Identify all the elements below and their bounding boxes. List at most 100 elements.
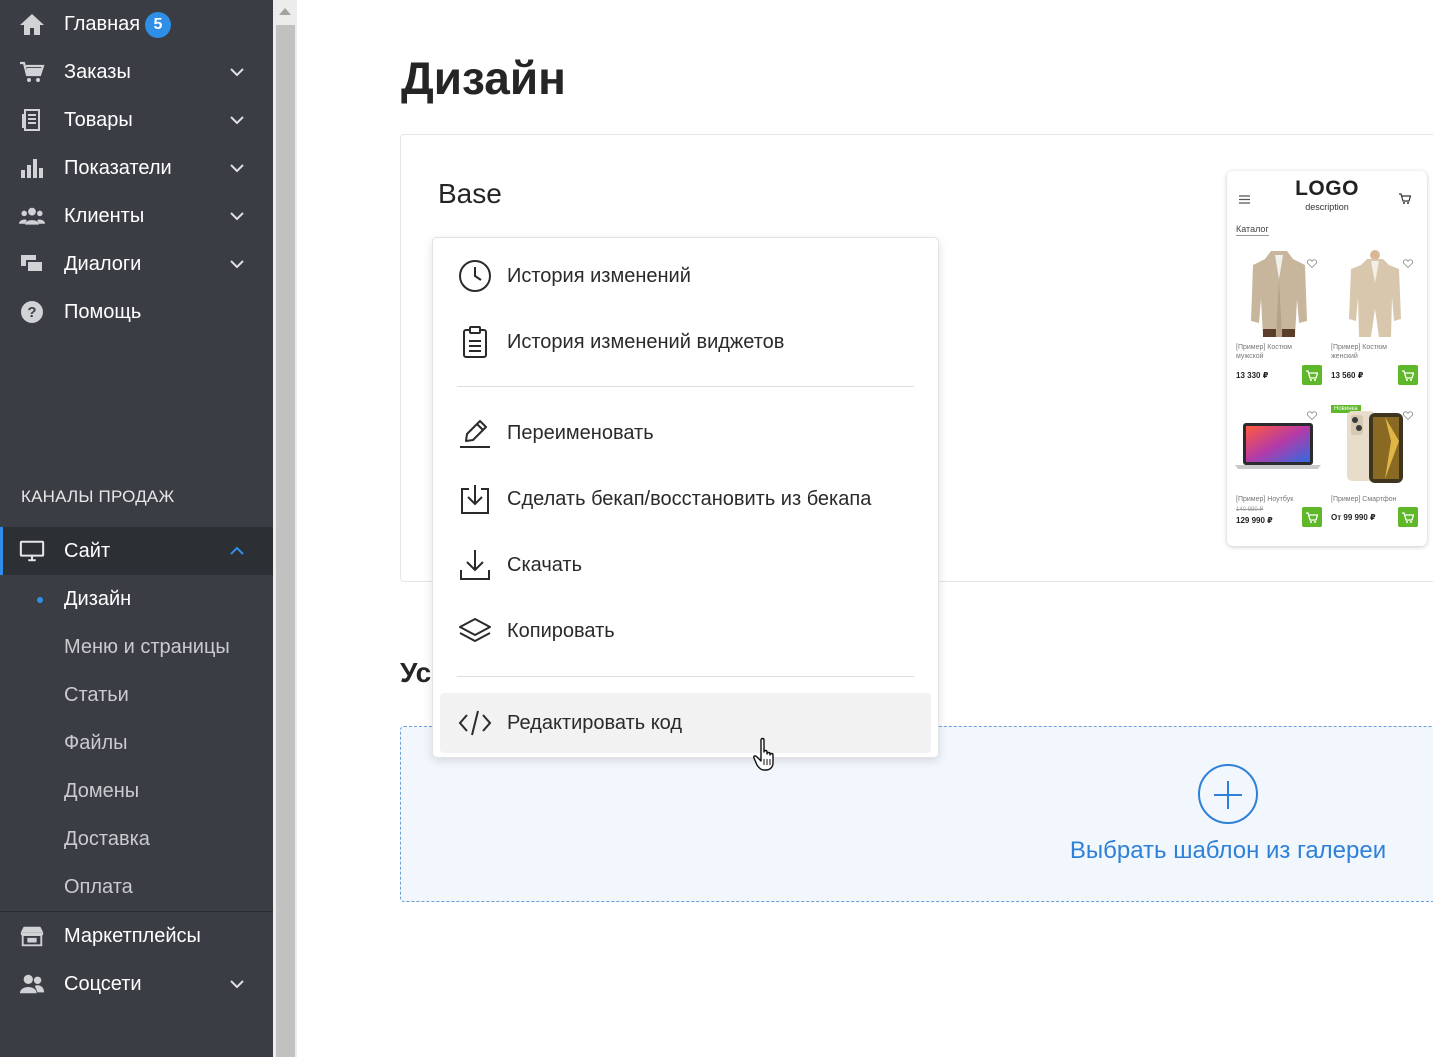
subnav-label: Оплата <box>64 876 133 898</box>
subnav-label: Файлы <box>64 732 128 754</box>
sidebar: Главная 5 Заказы Товары Показатели Клиен… <box>0 0 273 1057</box>
nav-social-label: Соцсети <box>64 973 142 995</box>
products-icon <box>19 108 45 132</box>
preview-description: description <box>1305 202 1349 212</box>
dialogs-icon <box>19 252 45 276</box>
nav-home[interactable]: Главная 5 <box>0 0 273 48</box>
product-name: [Пример] Костюм мужской <box>1236 344 1292 360</box>
social-icon <box>19 972 45 996</box>
subnav-payment[interactable]: Оплата <box>0 863 273 911</box>
store-icon <box>19 924 45 948</box>
product-image-smartphone <box>1345 411 1407 488</box>
preview-logo: LOGO <box>1295 177 1359 200</box>
nav-help-label: Помощь <box>64 301 142 323</box>
chevron-down-icon[interactable] <box>228 160 246 176</box>
nav-clients-label: Клиенты <box>64 205 145 227</box>
product-price: 13 560 ₽ <box>1331 371 1364 380</box>
nav-social[interactable]: Соцсети <box>0 960 273 1008</box>
nav-site-label: Сайт <box>64 540 111 562</box>
choose-template-link[interactable]: Выбрать шаблон из галереи <box>1063 837 1393 865</box>
menu-divider <box>457 386 914 387</box>
pencil-icon <box>458 416 492 450</box>
menu-item-copy[interactable]: Копировать <box>440 601 931 661</box>
section-title-sales-channels: КАНАЛЫ ПРОДАЖ <box>21 487 175 506</box>
scroll-up-arrow-icon[interactable] <box>279 8 291 15</box>
preview-catalog-link: Каталог <box>1236 224 1269 236</box>
menu-item-backup[interactable]: Сделать бекап/восстановить из бекапа <box>440 469 931 529</box>
add-to-cart-button[interactable] <box>1398 365 1418 385</box>
nav-products-label: Товары <box>64 109 133 131</box>
chevron-down-icon[interactable] <box>228 112 246 128</box>
chart-icon <box>19 156 45 180</box>
nav-stats[interactable]: Показатели <box>0 144 273 192</box>
chevron-down-icon[interactable] <box>228 256 246 272</box>
subnav-label: Доставка <box>64 828 150 850</box>
menu-item-rename[interactable]: Переименовать <box>440 403 931 463</box>
heart-icon <box>1402 255 1414 273</box>
subnav-design[interactable]: Дизайн <box>0 575 273 623</box>
product-image-womens-suit <box>1347 249 1403 342</box>
svg-text:?: ? <box>27 304 36 321</box>
nav-help[interactable]: ? Помощь <box>0 288 273 336</box>
nav-stats-label: Показатели <box>64 157 172 179</box>
monitor-icon <box>19 539 45 563</box>
menu-item-label: Сделать бекап/восстановить из бекапа <box>507 488 872 510</box>
subnav-files[interactable]: Файлы <box>0 719 273 767</box>
clipboard-icon <box>458 325 492 359</box>
clock-icon <box>458 259 492 293</box>
active-dot <box>37 597 43 603</box>
menu-item-label: Скачать <box>507 554 582 576</box>
product-image-mens-suit <box>1249 249 1309 342</box>
layers-icon <box>458 614 492 648</box>
clients-icon <box>19 204 45 228</box>
cart-icon <box>19 60 45 84</box>
download-icon <box>458 548 492 582</box>
product-name: [Пример] Смартфон <box>1331 496 1397 503</box>
page-title: Дизайн <box>401 52 566 104</box>
theme-actions-menu: История изменений История изменений видж… <box>432 237 939 758</box>
subnav-label: Меню и страницы <box>64 636 230 658</box>
product-price: 129 990 ₽ <box>1236 516 1273 525</box>
subnav-label: Статьи <box>64 684 129 706</box>
section-title: Ус <box>400 657 432 688</box>
nav-orders[interactable]: Заказы <box>0 48 273 96</box>
product-price: От 99 990 ₽ <box>1331 513 1376 522</box>
menu-item-history[interactable]: История изменений <box>440 246 931 306</box>
chevron-down-icon[interactable] <box>228 64 246 80</box>
menu-item-label: Переименовать <box>507 422 654 444</box>
menu-item-label: История изменений виджетов <box>507 331 785 353</box>
subnav-menu-pages[interactable]: Меню и страницы <box>0 623 273 671</box>
nav-marketplaces-label: Маркетплейсы <box>64 925 201 947</box>
subnav-domains[interactable]: Домены <box>0 767 273 815</box>
sidebar-scrollbar[interactable] <box>273 0 297 1057</box>
nav-clients[interactable]: Клиенты <box>0 192 273 240</box>
nav-marketplaces[interactable]: Маркетплейсы <box>0 912 273 960</box>
chevron-down-icon[interactable] <box>228 976 246 992</box>
add-to-cart-button[interactable] <box>1302 507 1322 527</box>
subnav-articles[interactable]: Статьи <box>0 671 273 719</box>
menu-item-edit-code[interactable]: Редактировать код <box>440 693 931 753</box>
plus-circle-icon[interactable] <box>1198 764 1258 824</box>
menu-item-label: История изменений <box>507 265 691 287</box>
theme-preview[interactable]: LOGO description Каталог [Пример] Костюм… <box>1227 171 1427 546</box>
nav-dialogs[interactable]: Диалоги <box>0 240 273 288</box>
menu-divider <box>457 676 914 677</box>
menu-item-download[interactable]: Скачать <box>440 535 931 595</box>
nav-site[interactable]: Сайт <box>0 527 273 575</box>
product-name: [Пример] Костюм женский <box>1331 344 1387 360</box>
add-to-cart-button[interactable] <box>1302 365 1322 385</box>
chevron-up-icon[interactable] <box>228 543 246 559</box>
scrollbar-thumb[interactable] <box>276 25 295 1057</box>
nav-products[interactable]: Товары <box>0 96 273 144</box>
product-image-laptop <box>1235 421 1321 476</box>
theme-name: Base <box>438 178 502 209</box>
backup-icon <box>458 482 492 516</box>
notification-badge: 5 <box>145 12 171 38</box>
add-to-cart-button[interactable] <box>1398 507 1418 527</box>
menu-item-widget-history[interactable]: История изменений виджетов <box>440 312 931 372</box>
subnav-label: Дизайн <box>64 588 132 610</box>
chevron-down-icon[interactable] <box>228 208 246 224</box>
subnav-delivery[interactable]: Доставка <box>0 815 273 863</box>
code-icon <box>458 706 492 740</box>
subnav-label: Домены <box>64 780 140 802</box>
